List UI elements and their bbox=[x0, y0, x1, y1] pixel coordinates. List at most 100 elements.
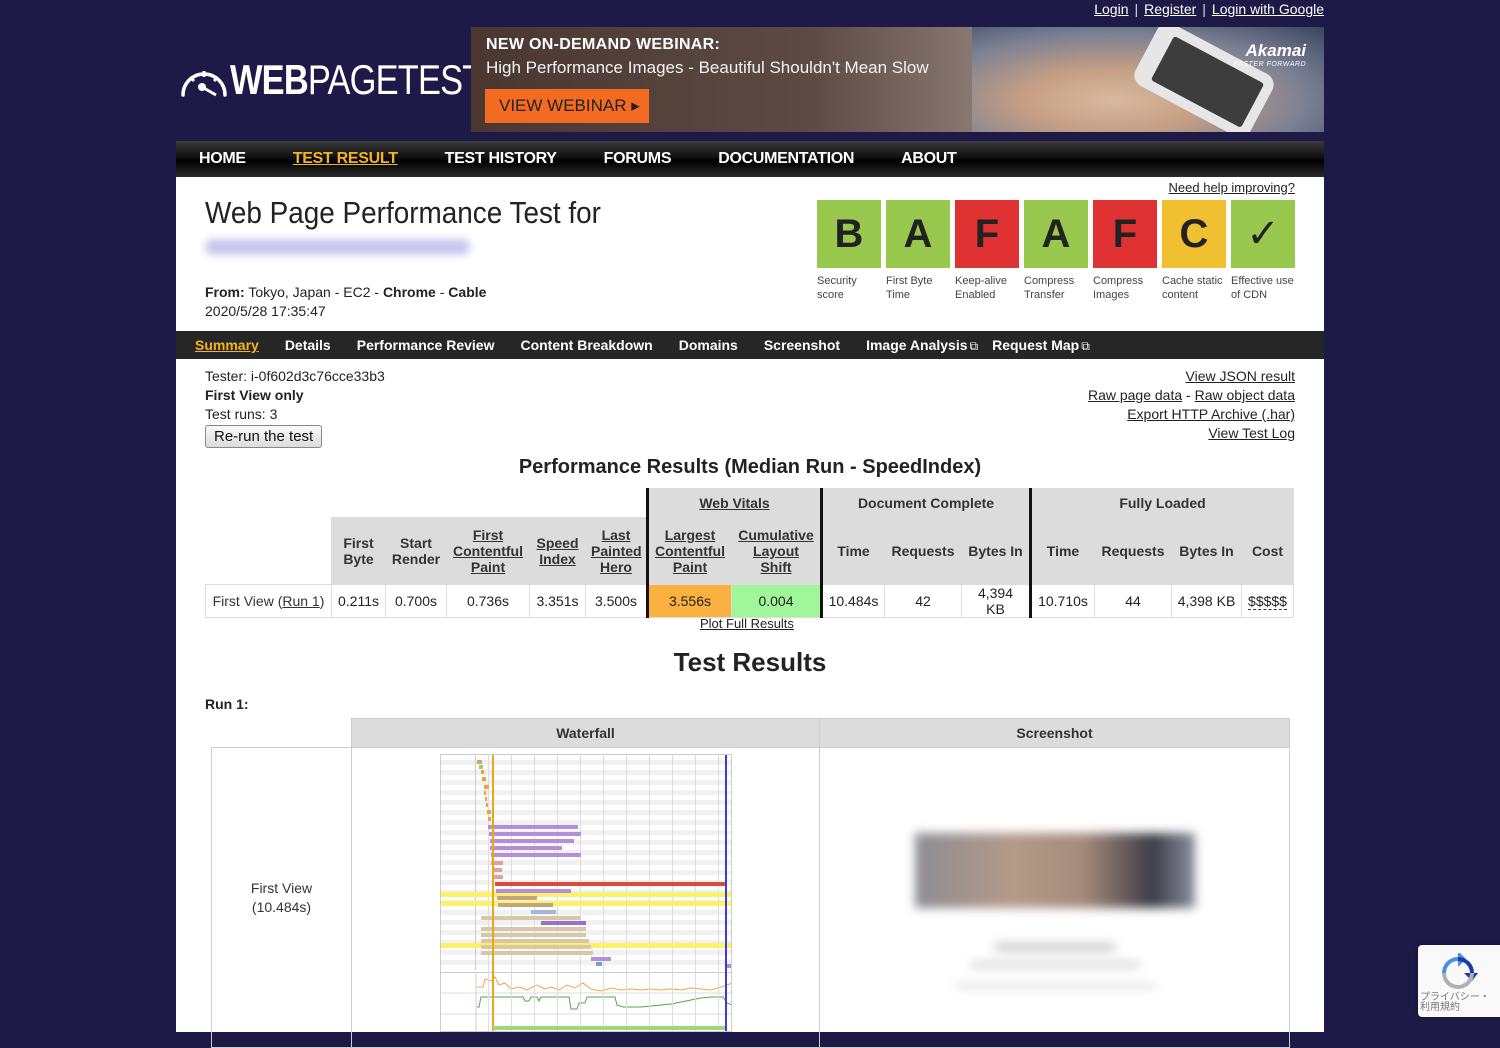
waterfall-request-bar bbox=[590, 957, 611, 961]
lph-value: 3.500s bbox=[585, 584, 648, 618]
grade-label: Keep-alive Enabled bbox=[955, 275, 1007, 301]
need-help-link[interactable]: Need help improving? bbox=[1169, 180, 1295, 195]
view-test-log-link[interactable]: View Test Log bbox=[1208, 425, 1295, 441]
cost-value[interactable]: $$$$$ bbox=[1241, 584, 1294, 618]
plot-full-results-link[interactable]: Plot Full Results bbox=[700, 616, 794, 631]
waterfall-request-bar bbox=[484, 797, 487, 801]
grade-label: Compress Images bbox=[1093, 275, 1144, 301]
main-nav: HOME TEST RESULT TEST HISTORY FORUMS DOC… bbox=[176, 141, 1324, 177]
test-timestamp: 2020/5/28 17:35:47 bbox=[205, 303, 326, 319]
col-speed-index[interactable]: Speed Index bbox=[529, 517, 586, 585]
first-byte-value: 0.211s bbox=[331, 584, 386, 618]
waterfall-request-bar bbox=[480, 951, 593, 955]
col-cost: Cost bbox=[1241, 517, 1294, 585]
grade-keep-alive[interactable]: F Keep-alive Enabled bbox=[955, 200, 1019, 302]
tested-url-redacted bbox=[205, 239, 470, 255]
nav-test-history[interactable]: TEST HISTORY bbox=[445, 150, 557, 168]
tab-image-analysis[interactable]: Image Analysis ⧉ bbox=[866, 337, 978, 354]
waterfall-request-bar bbox=[480, 916, 581, 920]
external-link-icon: ⧉ bbox=[1081, 338, 1090, 353]
waterfall-request-bar bbox=[478, 765, 483, 769]
page-ready-bar bbox=[492, 1026, 725, 1030]
main-content: Web Page Performance Test for From: Toky… bbox=[176, 177, 1324, 1048]
blank-header bbox=[211, 718, 352, 748]
nav-home[interactable]: HOME bbox=[199, 150, 246, 168]
grade-box[interactable]: B bbox=[817, 200, 881, 268]
raw-page-data-link[interactable]: Raw page data bbox=[1088, 387, 1182, 403]
waterfall-cell bbox=[351, 747, 820, 1048]
grade-box[interactable]: F bbox=[955, 200, 1019, 268]
start-render-line bbox=[491, 755, 494, 1031]
col-dc-requests: Requests bbox=[884, 517, 962, 585]
run-1-table: Waterfall Screenshot First View (10.484s… bbox=[211, 718, 1290, 1048]
tab-summary[interactable]: Summary bbox=[195, 337, 259, 353]
raw-object-data-link[interactable]: Raw object data bbox=[1195, 387, 1295, 403]
screenshot-header: Screenshot bbox=[819, 718, 1290, 748]
waterfall-highlight-row bbox=[440, 901, 731, 906]
tab-request-map[interactable]: Request Map ⧉ bbox=[992, 337, 1090, 354]
export-har-link[interactable]: Export HTTP Archive (.har) bbox=[1127, 406, 1295, 422]
waterfall-request-bar bbox=[488, 832, 581, 836]
tab-performance-review[interactable]: Performance Review bbox=[357, 337, 495, 353]
grade-bar: B Security score A First Byte Time F Keep-a… bbox=[817, 200, 1300, 302]
tab-domains[interactable]: Domains bbox=[679, 337, 738, 353]
nav-forums[interactable]: FORUMS bbox=[604, 150, 672, 168]
nav-about[interactable]: ABOUT bbox=[901, 150, 957, 168]
cpu-line bbox=[476, 976, 731, 992]
grade-box[interactable]: A bbox=[886, 200, 950, 268]
login-link[interactable]: Login bbox=[1094, 1, 1128, 17]
nav-test-result[interactable]: TEST RESULT bbox=[293, 150, 398, 168]
tab-content-breakdown[interactable]: Content Breakdown bbox=[520, 337, 652, 353]
checkmark-icon[interactable]: ✓ bbox=[1231, 200, 1295, 268]
account-links: Login | Register | Login with Google bbox=[1094, 1, 1324, 17]
start-render-value: 0.700s bbox=[385, 584, 447, 618]
grade-box[interactable]: A bbox=[1024, 200, 1088, 268]
col-last-painted-hero[interactable]: Last Painted Hero bbox=[585, 517, 648, 585]
grade-first-byte[interactable]: A First Byte Time bbox=[886, 200, 950, 302]
waterfall-request-bar bbox=[483, 791, 486, 795]
waterfall-request-bar bbox=[480, 939, 589, 943]
banner-headline: NEW ON-DEMAND WEBINAR: bbox=[486, 36, 721, 53]
grade-compress-transfer[interactable]: A Compress Transfer bbox=[1024, 200, 1088, 302]
waterfall-header: Waterfall bbox=[351, 718, 820, 748]
nav-documentation[interactable]: DOCUMENTATION bbox=[718, 150, 854, 168]
waterfall-request-bar bbox=[480, 927, 586, 931]
grade-label: Security score bbox=[817, 275, 857, 301]
grade-box[interactable]: F bbox=[1093, 200, 1157, 268]
test-info: Tester: i-0f602d3c76cce33b3 First View o… bbox=[205, 367, 385, 448]
view-json-link[interactable]: View JSON result bbox=[1186, 368, 1295, 384]
waterfall-request-bar bbox=[492, 875, 503, 879]
run-1-link[interactable]: Run 1 bbox=[282, 593, 319, 609]
tab-details[interactable]: Details bbox=[285, 337, 331, 353]
web-vitals-header[interactable]: Web Vitals bbox=[646, 488, 823, 518]
view-webinar-button[interactable]: VIEW WEBINAR ▸ bbox=[485, 89, 649, 123]
fl-time-value: 10.710s bbox=[1030, 584, 1095, 618]
grade-compress-images[interactable]: F Compress Images bbox=[1093, 200, 1157, 302]
bandwidth-line bbox=[476, 996, 731, 1010]
grade-cdn[interactable]: ✓ Effective use of CDN bbox=[1231, 200, 1295, 302]
table-row: First View (Run 1) 0.211s 0.700s 0.736s … bbox=[205, 584, 1294, 618]
waterfall-highlight-row bbox=[440, 892, 731, 897]
waterfall-request-bar bbox=[487, 817, 491, 821]
grade-box[interactable]: C bbox=[1162, 200, 1226, 268]
grade-cache-static[interactable]: C Cache static content bbox=[1162, 200, 1226, 302]
col-first-contentful-paint[interactable]: First Contentful Paint bbox=[446, 517, 530, 585]
col-largest-contentful-paint[interactable]: Largest Contentful Paint bbox=[646, 517, 732, 585]
result-tabs: Summary Details Performance Review Conte… bbox=[176, 331, 1324, 359]
grade-security[interactable]: B Security score bbox=[817, 200, 881, 302]
webinar-banner[interactable]: NEW ON-DEMAND WEBINAR: High Performance … bbox=[471, 27, 1324, 132]
speedometer-icon bbox=[181, 71, 227, 97]
recaptcha-terms[interactable]: 利用規約 bbox=[1420, 1002, 1460, 1013]
rerun-test-button[interactable]: Re-run the test bbox=[205, 425, 323, 448]
waterfall-thumbnail[interactable] bbox=[439, 754, 732, 1032]
page-screenshot-thumbnail[interactable] bbox=[910, 803, 1200, 993]
waterfall-request-bar bbox=[540, 921, 586, 925]
tab-screenshot[interactable]: Screenshot bbox=[764, 337, 840, 353]
login-google-link[interactable]: Login with Google bbox=[1212, 1, 1324, 17]
fl-bytes-value: 4,398 KB bbox=[1171, 584, 1242, 618]
row-label: First View (Run 1) bbox=[205, 584, 332, 618]
waterfall-request-bar bbox=[481, 777, 486, 781]
col-cumulative-layout-shift[interactable]: Cumulative Layout Shift bbox=[731, 517, 823, 585]
register-link[interactable]: Register bbox=[1144, 1, 1196, 17]
recaptcha-badge[interactable]: プライバシー・ 利用規約 bbox=[1418, 945, 1500, 1017]
